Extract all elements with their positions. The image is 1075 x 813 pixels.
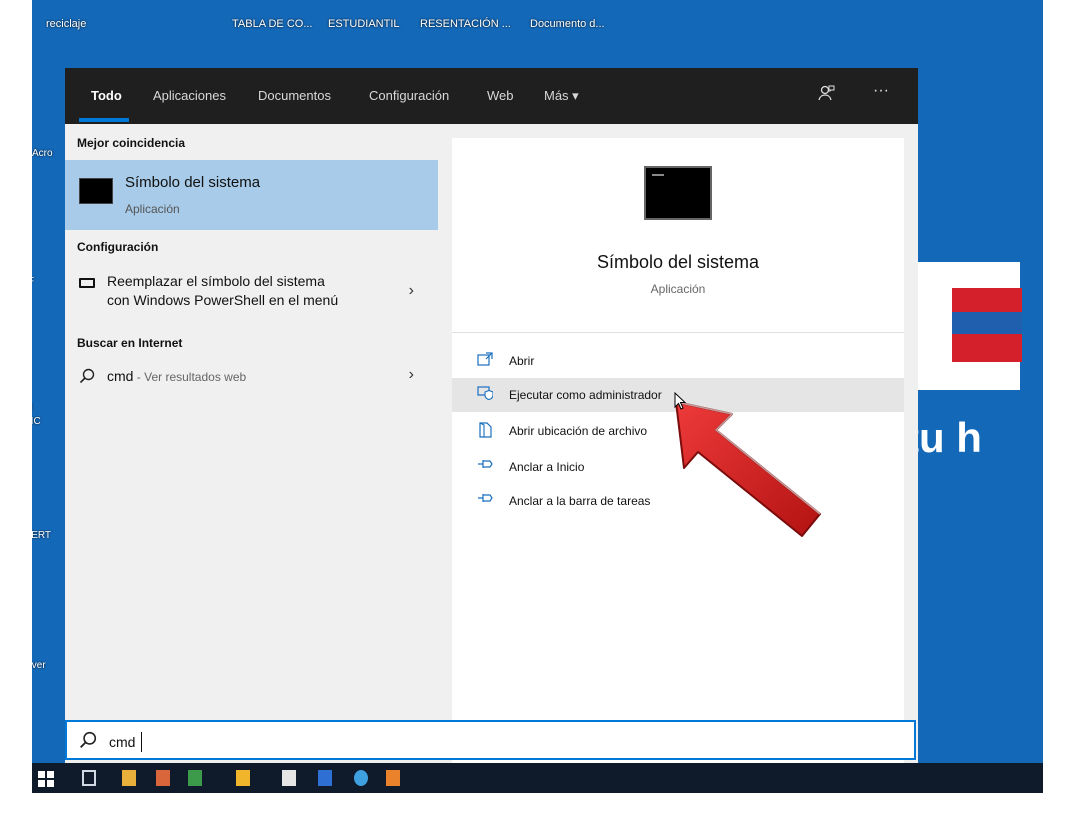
- command-prompt-icon: [644, 166, 712, 220]
- app-icon[interactable]: [156, 770, 170, 786]
- search-icon: [79, 731, 97, 754]
- desktop-shortcut-label[interactable]: PIC: [32, 416, 60, 427]
- app-icon[interactable]: [188, 770, 202, 786]
- wallpaper-logo-stripe: [952, 288, 1022, 312]
- text-cursor: [141, 732, 142, 752]
- desktop-shortcut-label[interactable]: reciclaje: [46, 18, 86, 30]
- desktop-shortcut-label[interactable]: inver: [32, 660, 60, 671]
- tab-todo[interactable]: Todo: [91, 88, 122, 103]
- tab-web[interactable]: Web: [487, 88, 514, 103]
- command-prompt-icon: [79, 178, 113, 204]
- section-header-internet: Buscar en Internet: [77, 336, 183, 350]
- desktop-shortcut-label[interactable]: B: [32, 402, 62, 413]
- action-open[interactable]: Abrir: [452, 344, 904, 378]
- settings-result[interactable]: Reemplazar el símbolo del sistema con Wi…: [65, 264, 438, 324]
- taskbar: [32, 763, 1043, 793]
- desktop-shortcut-label[interactable]: CERT: [32, 530, 60, 541]
- best-match-result[interactable]: Símbolo del sistema Aplicación: [65, 160, 438, 230]
- feedback-icon[interactable]: [817, 84, 835, 107]
- section-header-settings: Configuración: [77, 240, 159, 254]
- more-options-icon[interactable]: ···: [873, 82, 889, 100]
- search-input[interactable]: cmd: [109, 734, 135, 750]
- tab-configuracion[interactable]: Configuración: [369, 88, 449, 103]
- divider: [452, 332, 904, 333]
- wallpaper-logo-stripe: [952, 334, 1022, 362]
- web-search-result[interactable]: cmd - Ver resultados web ›: [65, 362, 438, 394]
- search-box[interactable]: cmd: [65, 720, 916, 760]
- web-query: cmd: [107, 368, 134, 384]
- pin-icon: [476, 458, 494, 474]
- tab-documentos[interactable]: Documentos: [258, 88, 331, 103]
- desktop-shortcut-label[interactable]: ESTUDIANTIL: [328, 18, 400, 30]
- file-location-icon: [476, 422, 494, 438]
- desktop-shortcut-label[interactable]: RESENTACIÓN ...: [420, 18, 511, 30]
- active-tab-indicator: [79, 118, 129, 122]
- chevron-right-icon: ›: [408, 366, 414, 383]
- windows-start-icon[interactable]: [38, 771, 54, 787]
- desktop-shortcut-label[interactable]: F: [32, 276, 64, 287]
- detail-subtitle: Aplicación: [650, 282, 706, 296]
- admin-shield-icon: [476, 386, 494, 402]
- app-icon[interactable]: [236, 770, 250, 786]
- app-icon[interactable]: [318, 770, 332, 786]
- annotation-arrow-icon: [675, 401, 821, 537]
- calculator-icon[interactable]: [282, 770, 296, 786]
- mouse-cursor-icon: [674, 392, 686, 410]
- browser-icon[interactable]: [354, 770, 368, 786]
- task-view-icon[interactable]: [82, 770, 96, 786]
- web-query-suffix: - Ver resultados web: [133, 370, 247, 384]
- pin-icon: [476, 492, 494, 508]
- search-icon: [79, 368, 95, 389]
- detail-title: Símbolo del sistema: [596, 252, 760, 272]
- section-header-best-match: Mejor coincidencia: [77, 136, 186, 150]
- desktop-shortcut-label[interactable]: TABLA DE CO...: [232, 18, 313, 30]
- results-list: Mejor coincidencia Símbolo del sistema A…: [65, 124, 452, 763]
- keyboard-icon: [79, 278, 95, 288]
- open-icon: [476, 352, 494, 368]
- action-label: Anclar a la barra de tareas: [509, 494, 651, 508]
- desktop-shortcut-labels: reciclaje TABLA DE CO... ESTUDIANTIL RES…: [32, 0, 1043, 36]
- file-explorer-icon[interactable]: [122, 770, 136, 786]
- tab-aplicaciones[interactable]: Aplicaciones: [153, 88, 226, 103]
- search-tabs-bar: Todo Aplicaciones Documentos Configuraci…: [65, 68, 918, 124]
- best-match-title: Símbolo del sistema: [125, 174, 261, 191]
- action-label: Anclar a Inicio: [509, 460, 585, 474]
- wallpaper-logo-stripe: [952, 312, 1022, 334]
- tab-mas[interactable]: Más ▾: [544, 88, 579, 104]
- best-match-subtitle: Aplicación: [125, 202, 180, 216]
- action-label: Ejecutar como administrador: [509, 388, 662, 402]
- settings-result-line1: Reemplazar el símbolo del sistema: [107, 273, 325, 289]
- desktop-shortcut-label[interactable]: Documento d...: [530, 18, 605, 30]
- desktop-shortcut-label[interactable]: Acro: [32, 148, 68, 159]
- action-label: Abrir ubicación de archivo: [509, 424, 648, 438]
- settings-result-line2: con Windows PowerShell en el menú: [107, 292, 339, 308]
- chevron-right-icon: ›: [408, 282, 414, 299]
- app-icon[interactable]: [386, 770, 400, 786]
- action-label: Abrir: [509, 354, 535, 368]
